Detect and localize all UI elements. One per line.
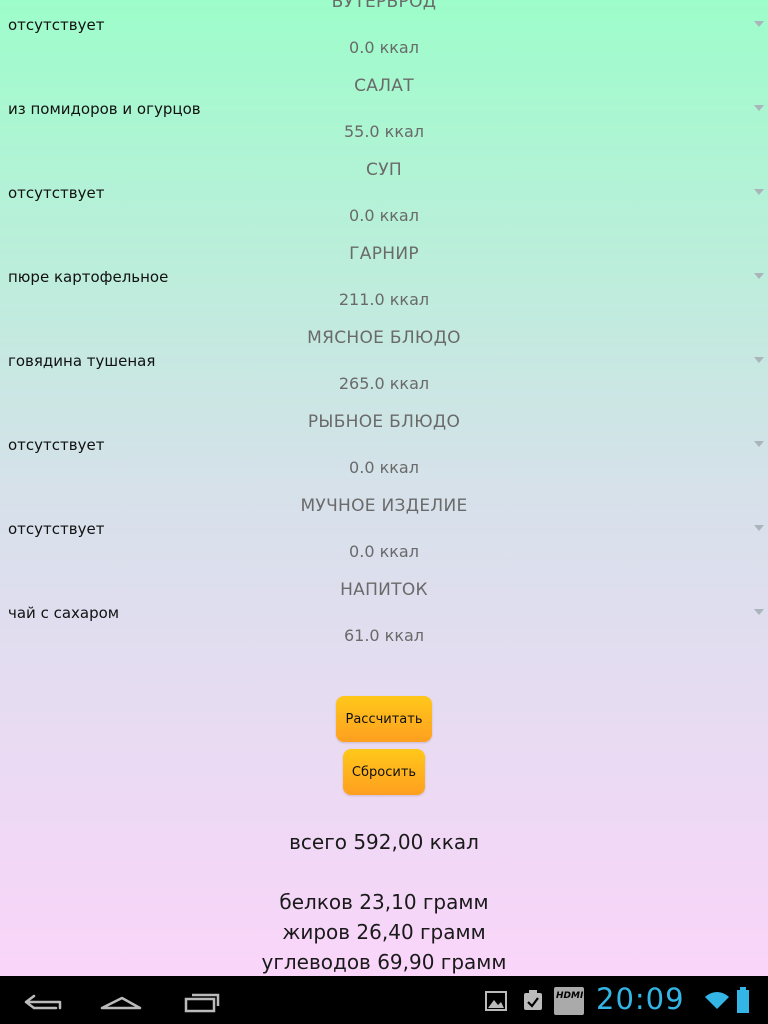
dropdown-arrow-icon: [754, 105, 764, 111]
menu-scroll-content[interactable]: БУТЕРБРОД отсутствует 0.0 ккал САЛАТ из …: [0, 0, 768, 656]
battery-icon: [737, 987, 749, 1013]
recent-apps-button[interactable]: [172, 984, 232, 1016]
total-kcal: всего 592,00 ккал: [289, 830, 479, 854]
reset-button[interactable]: Сбросить: [343, 749, 425, 795]
section-kcal: 55.0 ккал: [343, 122, 425, 141]
section-flour: МУЧНОЕ ИЗДЕЛИЕ отсутствует 0.0 ккал: [0, 488, 768, 572]
section-title: СУП: [366, 160, 402, 180]
app-screen: БУТЕРБРОД отсутствует 0.0 ккал САЛАТ из …: [0, 0, 768, 976]
section-soup: СУП отсутствует 0.0 ккал: [0, 152, 768, 236]
section-kcal: 0.0 ккал: [349, 206, 419, 225]
dropdown-arrow-icon: [754, 273, 764, 279]
section-kcal: 211.0 ккал: [338, 290, 430, 309]
garnish-spinner[interactable]: пюре картофельное: [0, 266, 768, 288]
section-meat: МЯСНОЕ БЛЮДО говядина тушеная 265.0 ккал: [0, 320, 768, 404]
section-title: МУЧНОЕ ИЗДЕЛИЕ: [300, 496, 468, 516]
spinner-value: говядина тушеная: [8, 352, 156, 370]
section-kcal: 0.0 ккал: [349, 38, 419, 57]
task-notification-icon[interactable]: [521, 988, 545, 1012]
dropdown-arrow-icon: [754, 441, 764, 447]
dropdown-arrow-icon: [754, 357, 764, 363]
back-button[interactable]: [12, 984, 72, 1016]
section-title: НАПИТОК: [340, 580, 428, 600]
hdmi-label: HDMI: [556, 991, 584, 1001]
section-fish: РЫБНОЕ БЛЮДО отсутствует 0.0 ккал: [0, 404, 768, 488]
section-title: САЛАТ: [354, 76, 414, 96]
section-salad: САЛАТ из помидоров и огурцов 55.0 ккал: [0, 68, 768, 152]
clock: 20:09: [596, 982, 685, 1016]
section-kcal: 61.0 ккал: [343, 626, 425, 645]
spinner-value: из помидоров и огурцов: [8, 100, 201, 118]
spinner-value: отсутствует: [8, 436, 105, 454]
hdmi-icon: HDMI: [554, 987, 584, 1015]
home-button[interactable]: [92, 984, 152, 1016]
spinner-value: пюре картофельное: [8, 268, 169, 286]
section-title: ГАРНИР: [349, 244, 419, 264]
recent-apps-icon: [184, 993, 220, 1013]
section-title: МЯСНОЕ БЛЮДО: [307, 328, 461, 348]
carbs-total: углеводов 69,90 грамм: [261, 950, 507, 974]
system-navigation-bar: HDMI 20:09: [0, 976, 768, 1024]
fats-total: жиров 26,40 грамм: [282, 920, 486, 944]
spinner-value: отсутствует: [8, 520, 105, 538]
gallery-notification-icon[interactable]: [484, 990, 508, 1012]
sandwich-spinner[interactable]: отсутствует: [0, 14, 768, 36]
section-drink: НАПИТОК чай с сахаром 61.0 ккал: [0, 572, 768, 656]
drink-spinner[interactable]: чай с сахаром: [0, 602, 768, 624]
back-icon: [24, 994, 62, 1010]
soup-spinner[interactable]: отсутствует: [0, 182, 768, 204]
proteins-total: белков 23,10 грамм: [279, 890, 489, 914]
spinner-value: чай с сахаром: [8, 604, 120, 622]
section-kcal: 0.0 ккал: [349, 542, 419, 561]
section-title: БУТЕРБРОД: [331, 0, 437, 12]
meat-spinner[interactable]: говядина тушеная: [0, 350, 768, 372]
section-kcal: 0.0 ккал: [349, 458, 419, 477]
section-kcal: 265.0 ккал: [338, 374, 430, 393]
section-sandwich: БУТЕРБРОД отсутствует 0.0 ккал: [0, 0, 768, 68]
spinner-value: отсутствует: [8, 184, 105, 202]
dropdown-arrow-icon: [754, 189, 764, 195]
calculate-button[interactable]: Рассчитать: [336, 696, 432, 742]
section-garnish: ГАРНИР пюре картофельное 211.0 ккал: [0, 236, 768, 320]
salad-spinner[interactable]: из помидоров и огурцов: [0, 98, 768, 120]
dropdown-arrow-icon: [754, 609, 764, 615]
dropdown-arrow-icon: [754, 21, 764, 27]
wifi-icon: [705, 992, 729, 1009]
flour-spinner[interactable]: отсутствует: [0, 518, 768, 540]
section-title: РЫБНОЕ БЛЮДО: [307, 412, 461, 432]
fish-spinner[interactable]: отсутствует: [0, 434, 768, 456]
home-icon: [100, 996, 142, 1010]
dropdown-arrow-icon: [754, 525, 764, 531]
spinner-value: отсутствует: [8, 16, 105, 34]
